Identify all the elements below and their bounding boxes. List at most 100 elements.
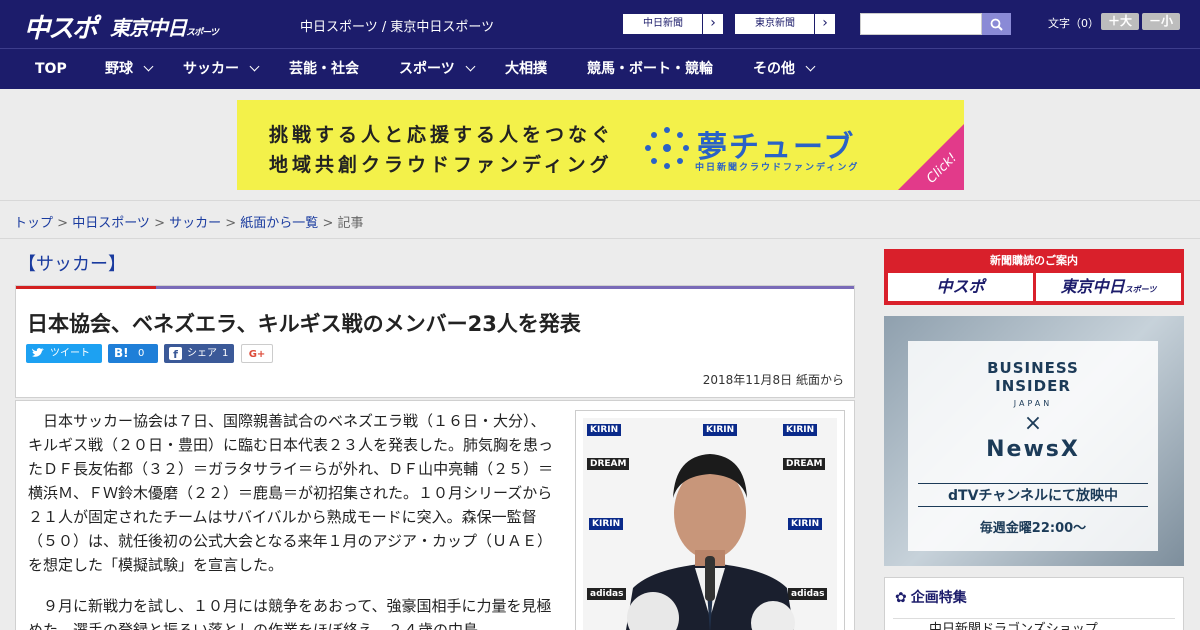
breadcrumb-soccer[interactable]: サッカー — [169, 216, 221, 231]
facebook-share-label: シェア — [187, 348, 217, 359]
font-size-label: 文字（0） — [1048, 17, 1099, 30]
subscription-box: 新聞購読のご案内 中スポ 東京中日スポーツ — [884, 249, 1184, 305]
article-paragraph: ９月に新戦力を試し、１０月には競争をあおって、強豪国相手に力量を見極めた。選手の… — [28, 597, 552, 630]
search-button[interactable] — [982, 13, 1011, 35]
tokyo-shimbun-label: 東京新聞 — [755, 18, 795, 29]
nav-label: サッカー — [183, 61, 239, 77]
nav-label: 野球 — [105, 61, 133, 77]
chevron-right-icon: › — [702, 14, 723, 34]
nav-label: その他 — [753, 61, 795, 77]
breadcrumb-sep: > — [149, 216, 170, 231]
ad-brand-line3: JAPAN — [1013, 399, 1053, 408]
chevron-right-icon: › — [814, 14, 835, 34]
tokyo-chunichi-logo[interactable]: 東京中日スポーツ — [110, 12, 219, 41]
nav-label: TOP — [35, 61, 67, 77]
feature-item-label: 中日新聞ドラゴンズショップ — [929, 622, 1098, 630]
site-name: 中日スポーツ / 東京中日スポーツ — [300, 20, 495, 35]
nav-label: 芸能・社会 — [289, 61, 359, 77]
nav-label: 大相撲 — [505, 61, 547, 77]
logo-sub-small: スポーツ — [186, 28, 219, 38]
nav-sports[interactable]: スポーツ — [399, 49, 476, 89]
nav-soccer[interactable]: サッカー — [183, 49, 260, 89]
article-date: 2018年11月8日 紙面から — [702, 373, 844, 387]
subscribe-chuspo-button[interactable]: 中スポ — [888, 273, 1033, 301]
search-icon — [990, 18, 1003, 31]
ad-brand-line2: INSIDER — [995, 377, 1071, 395]
tweet-button[interactable]: ツイート — [26, 344, 102, 363]
nav-top[interactable]: TOP — [35, 49, 67, 89]
banner-brand-sub: 中日新聞クラウドファンディング — [695, 163, 860, 173]
chevron-down-icon — [465, 61, 476, 72]
banner-line2: 地域共創クラウドファンディング — [269, 154, 613, 176]
feature-item[interactable]: 中日新聞ドラゴンズショップ — [893, 618, 1175, 630]
font-smaller-button[interactable]: －小 — [1142, 13, 1180, 30]
article-title: 日本協会、ベネズエラ、キルギス戦のメンバー23人を発表 — [27, 312, 581, 336]
feature-title-text: 企画特集 — [910, 590, 967, 606]
tokyo-shimbun-link[interactable]: 東京新聞 › — [734, 13, 836, 35]
breadcrumb: トップ > 中日スポーツ > サッカー > 紙面から一覧 > 記事 — [14, 212, 364, 231]
article-photo[interactable]: KIRIN KIRIN KIRIN DREAM DREAM KIRIN KIRI… — [575, 410, 845, 630]
chevron-down-icon — [805, 61, 816, 72]
crowdfunding-banner[interactable]: 挑戦する人と応援する人をつなぐ 地域共創クラウドファンディング 夢チューブ 中日… — [237, 100, 964, 190]
breadcrumb-sep: > — [53, 216, 73, 231]
article-body: 日本サッカー協会は７日、国際親善試合のベネズエラ戦（１６日・大分）、キルギス戦（… — [15, 400, 855, 630]
article-header: 日本協会、ベネズエラ、キルギス戦のメンバー23人を発表 ツイート B! 0 f … — [15, 285, 855, 398]
ad-channel: dTVチャンネルにて放映中 — [918, 483, 1148, 507]
search-input[interactable] — [860, 13, 982, 35]
gplus-button[interactable]: G+ — [241, 344, 273, 363]
article-category: 【サッカー】 — [18, 254, 126, 275]
font-bigger-button[interactable]: ＋大 — [1101, 13, 1139, 30]
nav-racing[interactable]: 競馬・ボート・競輪 — [587, 49, 713, 89]
nav-label: 競馬・ボート・競輪 — [587, 61, 713, 77]
subscribe-sub-small: スポーツ — [1124, 285, 1157, 294]
subscription-label: 新聞購読のご案内 — [990, 254, 1078, 267]
feature-title: ✿ 企画特集 — [895, 587, 967, 607]
nav-baseball[interactable]: 野球 — [105, 49, 154, 89]
breadcrumb-top[interactable]: トップ — [14, 216, 53, 231]
breadcrumb-sep: > — [318, 216, 338, 231]
hatena-icon: B! — [114, 346, 129, 360]
chevron-down-icon — [249, 61, 260, 72]
nav-entertainment[interactable]: 芸能・社会 — [289, 49, 359, 89]
main-nav: TOP 野球 サッカー 芸能・社会 スポーツ 大相撲 競馬・ボート・競輪 その他 — [0, 48, 1200, 89]
nav-label: スポーツ — [399, 61, 455, 77]
twitter-icon — [32, 348, 44, 357]
business-insider-ad[interactable]: BUSINESS INSIDER JAPAN × NewsX dTVチャンネルに… — [884, 316, 1184, 566]
accent-bar-red — [16, 286, 156, 289]
tweet-label: ツイート — [50, 348, 90, 359]
ad-card: BUSINESS INSIDER JAPAN × NewsX dTVチャンネルに… — [908, 341, 1158, 551]
breadcrumb-current: 記事 — [337, 216, 364, 231]
nav-sumo[interactable]: 大相撲 — [505, 49, 547, 89]
hatena-count: 0 — [138, 348, 145, 359]
ad-brand-line1: BUSINESS — [987, 359, 1079, 377]
breadcrumb-sep: > — [221, 216, 241, 231]
breadcrumb-chunichi-sports[interactable]: 中日スポーツ — [72, 216, 150, 231]
subscribe-tokyo-chunichi-button[interactable]: 東京中日スポーツ — [1036, 273, 1181, 301]
facebook-icon: f — [169, 347, 182, 361]
gplus-icon: G+ — [248, 349, 266, 360]
subscribe-tokyo-chunichi-label: 東京中日 — [1060, 277, 1125, 296]
accent-bar-purple — [156, 286, 854, 289]
facebook-count: 1 — [222, 348, 229, 359]
chunichi-shimbun-label: 中日新聞 — [643, 18, 683, 29]
header-bar: 中スポ 東京中日スポーツ 中日スポーツ / 東京中日スポーツ 中日新聞 › 東京… — [0, 0, 1200, 48]
hatena-button[interactable]: B! 0 — [108, 344, 158, 363]
facebook-share-button[interactable]: f シェア 1 — [164, 344, 234, 363]
ribbon-icon: ✿ — [895, 590, 907, 606]
chunichi-shimbun-link[interactable]: 中日新聞 › — [622, 13, 724, 35]
chuspo-logo[interactable]: 中スポ — [24, 8, 98, 45]
dots-logo-icon — [645, 127, 689, 169]
breadcrumb-paper-list[interactable]: 紙面から一覧 — [240, 216, 318, 231]
article-paragraph: 日本サッカー協会は７日、国際親善試合のベネズエラ戦（１６日・大分）、キルギス戦（… — [28, 412, 554, 574]
ad-schedule: 毎週金曜22:00〜 — [979, 521, 1087, 536]
coach-figure — [626, 454, 795, 630]
photo-image: KIRIN KIRIN KIRIN DREAM DREAM KIRIN KIRI… — [583, 418, 837, 630]
nav-other[interactable]: その他 — [753, 49, 816, 89]
breadcrumb-bar: トップ > 中日スポーツ > サッカー > 紙面から一覧 > 記事 — [0, 200, 1200, 239]
chevron-down-icon — [143, 61, 154, 72]
ad-times: × — [1023, 411, 1043, 436]
feature-box: ✿ 企画特集 中日新聞ドラゴンズショップ — [884, 577, 1184, 630]
logo-sub-text: 東京中日 — [110, 16, 187, 40]
ad-newsx: NewsX — [986, 437, 1080, 462]
banner-line1: 挑戦する人と応援する人をつなぐ — [269, 124, 615, 146]
